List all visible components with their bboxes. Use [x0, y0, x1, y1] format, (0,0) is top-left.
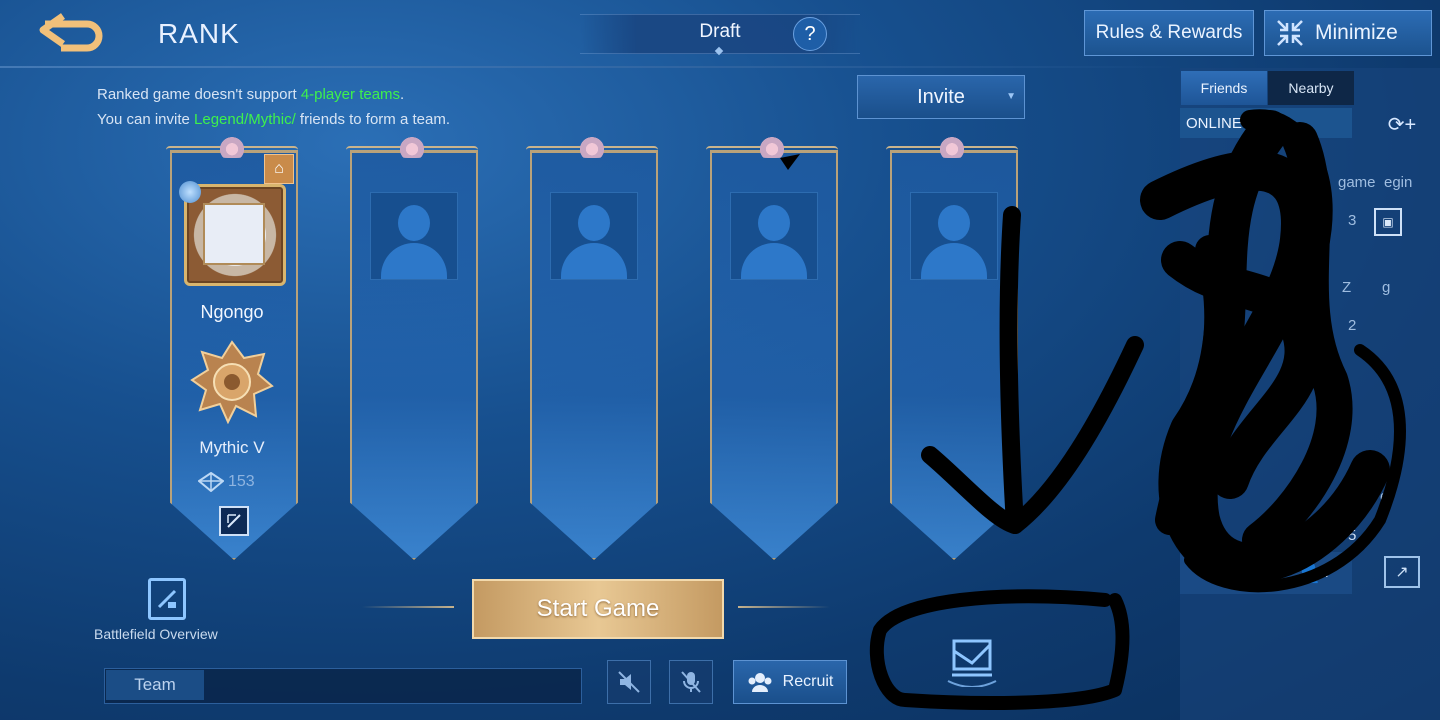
team-slot-empty[interactable] — [346, 136, 478, 560]
team-slot-player: ⌂ Ngongo Mythic V 153 — [166, 136, 298, 560]
avatar-gem — [179, 181, 201, 203]
home-icon[interactable]: ⌂ — [264, 154, 294, 184]
person-icon-body — [561, 243, 627, 279]
edit-icon[interactable] — [219, 506, 249, 536]
friends-panel — [1180, 68, 1440, 720]
star-count: 153 — [228, 473, 255, 490]
decor-line-left — [362, 606, 454, 608]
chevron-down-icon: ▼ — [1006, 91, 1016, 102]
battlefield-overview-label[interactable]: Battlefield Overview — [94, 626, 218, 642]
slot-crest — [212, 136, 252, 158]
friend-status-tail: egin — [1384, 174, 1413, 191]
friend-name: Z — [1342, 279, 1352, 296]
decor-line-right — [738, 606, 830, 608]
mute-button[interactable] — [607, 660, 651, 704]
notice-text: You can invite — [97, 111, 195, 128]
recruit-icon — [748, 673, 772, 692]
empty-avatar[interactable] — [730, 192, 818, 280]
empty-avatar[interactable] — [550, 192, 638, 280]
header-divider — [0, 66, 1180, 68]
friend-status-tail: e — [1380, 488, 1389, 505]
team-slot-empty[interactable] — [886, 136, 1018, 560]
back-arrow-icon — [39, 13, 103, 52]
team-slot-empty[interactable] — [526, 136, 658, 560]
tab-friends[interactable]: Friends — [1181, 71, 1267, 105]
page-title: RANK — [158, 18, 240, 49]
person-icon — [938, 205, 970, 241]
minimize-icon — [1265, 11, 1315, 55]
slot-crest — [572, 136, 612, 158]
friend-count: 3 — [1348, 212, 1357, 229]
back-button[interactable] — [30, 10, 114, 56]
team-notice: Ranked game doesn't support 4-player tea… — [97, 82, 450, 132]
avatar-image — [203, 203, 265, 265]
minimize-label: Minimize — [1315, 21, 1398, 44]
slot-crest — [752, 136, 792, 158]
invite-button[interactable]: Invite ▼ — [857, 75, 1025, 119]
avatar[interactable] — [179, 181, 286, 286]
notice-highlight: Legend/Mythic/ — [194, 111, 296, 128]
rules-rewards-button[interactable]: Rules & Rewards — [1084, 10, 1254, 56]
slot-crest — [932, 136, 972, 158]
invite-label: Invite — [917, 85, 965, 108]
friend-name-tail: g — [1382, 279, 1391, 296]
notice-text: . — [400, 86, 405, 103]
notice-highlight: 4-player teams — [300, 86, 401, 103]
person-icon — [758, 205, 790, 241]
empty-avatar[interactable] — [370, 192, 458, 280]
battlefield-logo-icon[interactable] — [942, 634, 1002, 690]
recruit-label: Recruit — [782, 673, 834, 690]
battlefield-icon[interactable] — [148, 578, 186, 620]
mic-button[interactable] — [669, 660, 713, 704]
player-name: Ngongo — [200, 302, 264, 322]
star-icon — [198, 472, 224, 492]
friend-count: 2 — [1348, 317, 1357, 334]
online-header: ONLINE — [1180, 108, 1352, 138]
person-icon-body — [741, 243, 807, 279]
add-friend-icon[interactable]: 👤+ — [1296, 560, 1333, 585]
add-friend-icon[interactable]: ⟳+ — [1384, 110, 1420, 138]
recruit-button[interactable]: Recruit — [733, 660, 847, 704]
person-icon — [398, 205, 430, 241]
tab-nearby[interactable]: Nearby — [1268, 71, 1354, 105]
notice-text: Ranked game doesn't support — [97, 86, 301, 103]
person-icon-body — [381, 243, 447, 279]
friend-stars: 5 — [1348, 527, 1357, 544]
mic-icon — [681, 671, 701, 693]
help-icon: ? — [804, 22, 816, 45]
mode-label: Draft — [699, 21, 741, 42]
share-icon[interactable]: ↗ — [1384, 556, 1420, 588]
team-slot-empty[interactable] — [706, 136, 838, 560]
start-game-button[interactable]: Start Game — [472, 579, 724, 639]
help-button[interactable]: ? — [793, 17, 827, 51]
friend-status: game — [1338, 174, 1376, 191]
mute-icon — [618, 671, 640, 693]
friend-rank: V — [1306, 527, 1317, 544]
rank-name: Mythic V — [199, 438, 265, 457]
slot-crest — [392, 136, 432, 158]
image-icon[interactable]: ▣ — [1374, 208, 1402, 236]
rank-stars: 153 — [198, 472, 255, 492]
notice-text: friends to form a team. — [295, 111, 450, 128]
mythic-rank-emblem — [190, 340, 274, 424]
person-icon-body — [921, 243, 987, 279]
minimize-button[interactable]: Minimize — [1264, 10, 1432, 56]
person-icon — [578, 205, 610, 241]
chat-tab-team[interactable]: Team — [106, 670, 204, 700]
empty-avatar[interactable] — [910, 192, 998, 280]
